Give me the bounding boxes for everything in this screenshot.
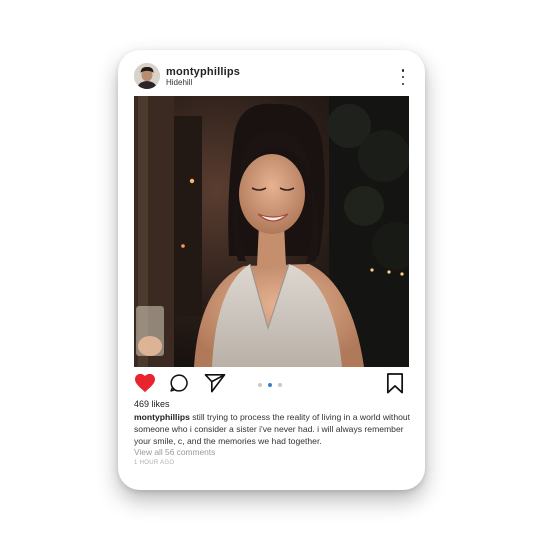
carousel-dot[interactable]: [278, 382, 282, 387]
like-count[interactable]: 469 likes: [134, 399, 170, 409]
heart-icon[interactable]: [134, 373, 156, 393]
comment-bubble-icon[interactable]: [169, 373, 189, 393]
post-location[interactable]: Hidehill: [166, 78, 192, 87]
view-comments-link[interactable]: View all 56 comments: [134, 447, 215, 457]
post-username[interactable]: montyphillips: [166, 66, 240, 78]
caption-username[interactable]: montyphillips: [134, 412, 190, 422]
carousel-dot[interactable]: [258, 382, 262, 387]
more-vertical-icon[interactable]: [396, 69, 410, 85]
bookmark-icon[interactable]: [386, 373, 404, 394]
avatar[interactable]: [134, 63, 160, 89]
post-timestamp: 1 HOUR AGO: [134, 460, 175, 466]
post-header: montyphillips Hidehill: [134, 63, 410, 90]
instagram-post-card: montyphillips Hidehill 469 likes montyph…: [118, 50, 425, 490]
carousel-dot-active[interactable]: [268, 382, 272, 387]
post-photo[interactable]: [134, 96, 409, 367]
post-actions: [134, 373, 410, 395]
carousel-indicator: [258, 382, 282, 387]
post-caption: montyphillips still trying to process th…: [134, 411, 412, 447]
paper-plane-icon[interactable]: [204, 373, 226, 393]
